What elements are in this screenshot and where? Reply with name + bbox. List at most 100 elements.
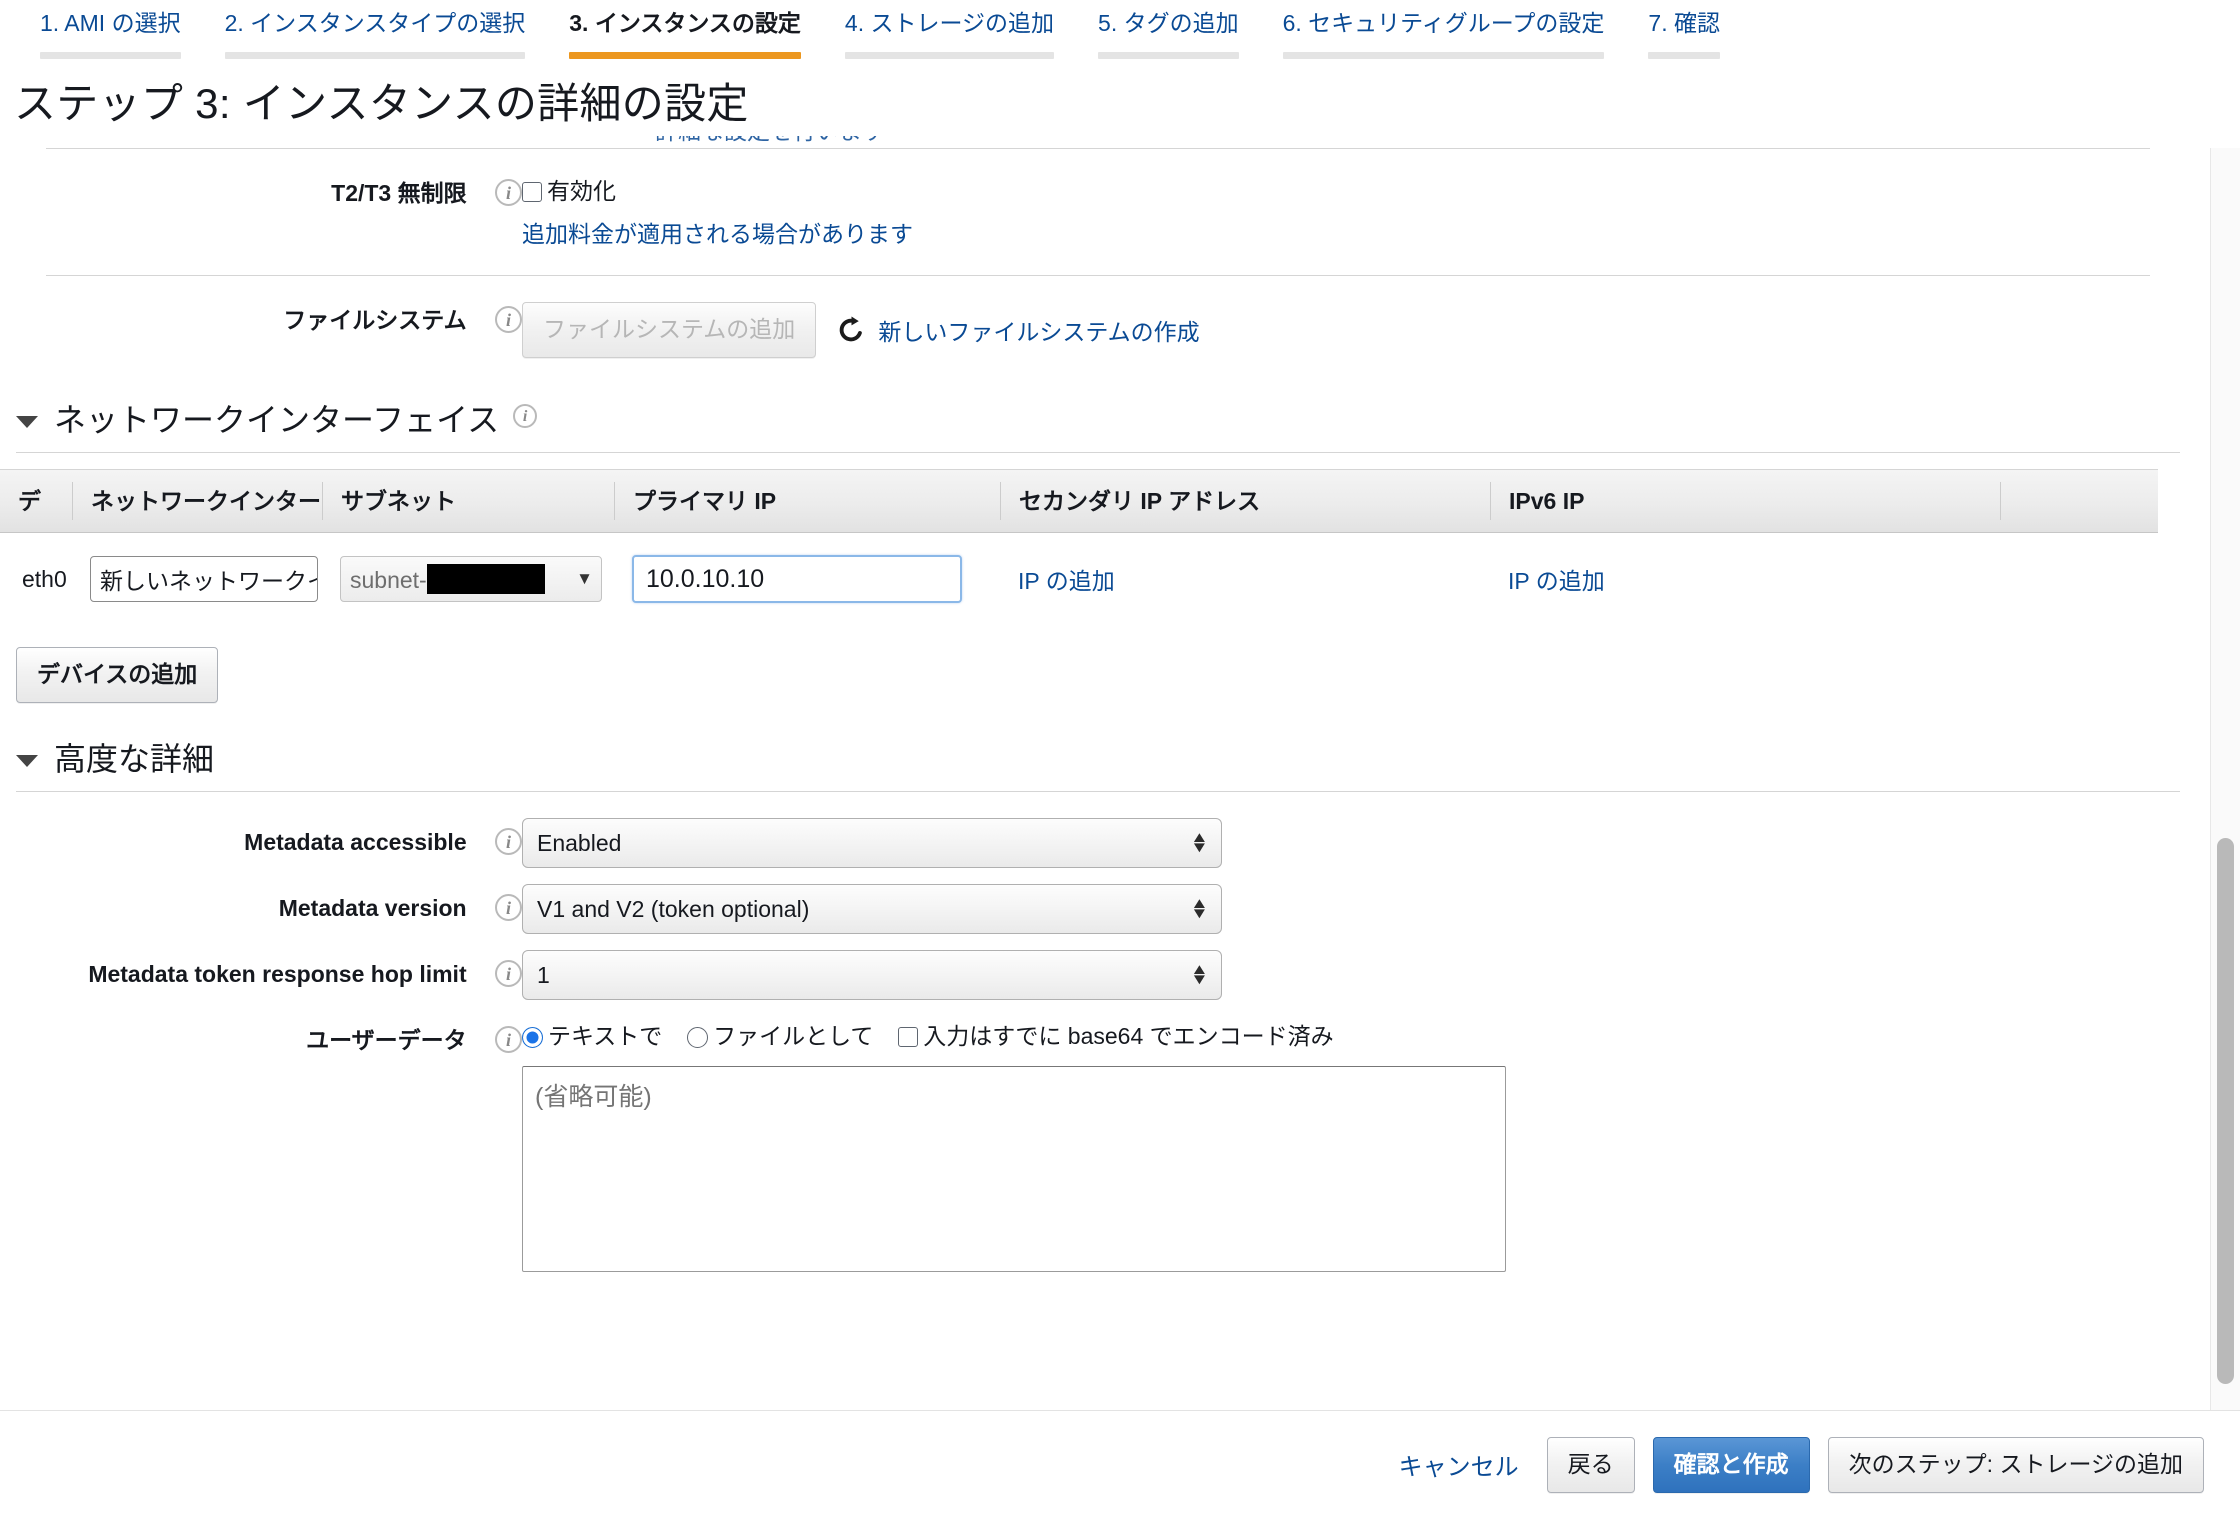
network-interface-select[interactable]: 新しいネットワークイ ▼ [90, 556, 318, 602]
t2t3-label: T2/T3 無制限 [331, 180, 467, 206]
t2t3-checkbox-wrap: 有効化 [522, 175, 2196, 207]
wizard-tab-2[interactable]: 2. インスタンスタイプの選択 [203, 0, 548, 59]
wizard-tab-6-label: 6. セキュリティグループの設定 [1282, 10, 1605, 36]
t2t3-enable-checkbox[interactable] [522, 182, 542, 202]
advanced-details-section-title: 高度な詳細 [54, 741, 215, 777]
info-icon[interactable]: i [495, 894, 522, 922]
wizard-tab-2-label: 2. インスタンスタイプの選択 [224, 10, 526, 36]
user-data-textarea[interactable] [522, 1066, 1506, 1272]
wizard-tab-5[interactable]: 5. タグの追加 [1076, 0, 1261, 59]
info-icon[interactable]: i [495, 828, 522, 856]
chevron-down-icon: ▼ [576, 569, 593, 588]
subnet-prefix: subnet- [350, 567, 427, 593]
wizard-tab-3-label: 3. インスタンスの設定 [569, 10, 801, 36]
column-header-interface: ネットワークインターフ [72, 482, 322, 520]
network-interfaces-table: デ ネットワークインターフ サブネット プライマリ IP セカンダリ IP アド… [0, 469, 2158, 621]
advanced-details-section-header[interactable]: 高度な詳細 [0, 723, 2196, 791]
spinner-arrows-icon: ▲ ▼ [1190, 895, 1209, 922]
info-icon[interactable]: i [495, 960, 522, 988]
network-interface-select-value: 新しいネットワークイ [100, 568, 318, 594]
info-icon[interactable]: i [495, 306, 522, 334]
ec2-launch-wizard-page: 1. AMI の選択 2. インスタンスタイプの選択 3. インスタンスの設定 … [0, 0, 2240, 1518]
vertical-scrollbar[interactable] [2210, 148, 2240, 1410]
add-ipv6-ip-link[interactable]: IP の追加 [1508, 568, 1605, 594]
metadata-hop-limit-field: 1 ▲ ▼ [522, 950, 2196, 1000]
create-new-file-system-link[interactable]: 新しいファイルシステムの作成 [878, 313, 1199, 347]
row-metadata-version: Metadata version i V1 and V2 (token opti… [0, 876, 2196, 942]
user-data-base64-label: 入力はすでに base64 でエンコード済み [923, 1023, 1334, 1049]
next-step-button[interactable]: 次のステップ: ストレージの追加 [1827, 1436, 2204, 1493]
primary-ip-input[interactable] [632, 555, 962, 603]
spinner-arrows-icon: ▲ ▼ [1190, 961, 1209, 988]
wizard-tab-1[interactable]: 1. AMI の選択 [18, 0, 203, 59]
table-row: eth0 新しいネットワークイ ▼ subnet- ▼ [0, 533, 2158, 621]
t2t3-field-cell: 有効化 追加料金が適用される場合があります [522, 175, 2196, 249]
user-data-textarea-wrap [522, 1052, 2196, 1277]
cancel-link[interactable]: キャンセル [1399, 1447, 1519, 1482]
wizard-tab-2-bar [224, 52, 526, 59]
metadata-hop-limit-value: 1 [537, 961, 550, 988]
metadata-accessible-select[interactable]: Enabled ▲ ▼ [522, 818, 1222, 868]
review-and-launch-button[interactable]: 確認と作成 [1652, 1436, 1810, 1493]
column-header-secondary-ip: セカンダリ IP アドレス [1000, 482, 1490, 520]
network-interfaces-section-header[interactable]: ネットワークインターフェイス i [0, 384, 2196, 452]
metadata-accessible-label-cell: Metadata accessible i [0, 818, 522, 858]
user-data-as-file-radio[interactable] [687, 1027, 709, 1048]
row-t2t3-unlimited: T2/T3 無制限 i 有効化 追加料金が適用される場合があります [0, 149, 2196, 275]
metadata-hop-limit-label-cell: Metadata token response hop limit i [0, 950, 522, 990]
wizard-tab-7[interactable]: 7. 確認 [1626, 0, 1742, 59]
info-icon[interactable]: i [495, 1026, 522, 1054]
wizard-tab-7-bar [1648, 52, 1720, 59]
subnet-redacted-block [426, 564, 545, 594]
vertical-scrollbar-thumb[interactable] [2217, 838, 2234, 1384]
metadata-version-label: Metadata version [278, 895, 467, 921]
user-data-as-text-radio[interactable] [522, 1027, 543, 1048]
row-file-system: ファイルシステム i ファイルシステムの追加 新しいファイルシステムの作成 [0, 276, 2196, 384]
t2t3-checkbox-label: 有効化 [547, 178, 616, 204]
page-title: ステップ 3: インスタンスの詳細の設定 [14, 80, 749, 127]
metadata-hop-limit-select[interactable]: 1 ▲ ▼ [522, 950, 1222, 1000]
user-data-base64-checkbox[interactable] [898, 1027, 919, 1047]
back-button[interactable]: 戻る [1546, 1436, 1635, 1493]
wizard-tab-5-label: 5. タグの追加 [1098, 10, 1239, 36]
wizard-step-tabs: 1. AMI の選択 2. インスタンスタイプの選択 3. インスタンスの設定 … [0, 0, 2240, 64]
add-file-system-button: ファイルシステムの追加 [522, 302, 817, 358]
subnet-select[interactable]: subnet- ▼ [340, 556, 602, 602]
wizard-tab-6[interactable]: 6. セキュリティグループの設定 [1261, 0, 1627, 59]
network-interfaces-section-title: ネットワークインターフェイス [54, 402, 500, 438]
wizard-tab-3[interactable]: 3. インスタンスの設定 [547, 0, 823, 59]
cell-primary-ip [614, 555, 1000, 603]
info-icon[interactable]: i [495, 179, 522, 207]
row-metadata-accessible: Metadata accessible i Enabled ▲ ▼ [0, 810, 2196, 876]
advanced-details-rows: Metadata accessible i Enabled ▲ ▼ Metadat… [0, 792, 2196, 1285]
metadata-version-label-cell: Metadata version i [0, 884, 522, 924]
wizard-tab-1-label: 1. AMI の選択 [40, 10, 181, 36]
metadata-accessible-field: Enabled ▲ ▼ [522, 818, 2196, 868]
wizard-tab-3-bar [569, 52, 801, 59]
network-interfaces-table-header: デ ネットワークインターフ サブネット プライマリ IP セカンダリ IP アド… [0, 469, 2158, 533]
cell-secondary-ip: IP の追加 [1000, 562, 1490, 596]
user-data-field: テキストで ファイルとして 入力はすでに base64 でエンコード済み [522, 1016, 2196, 1277]
subnet-select-value: subnet- [350, 564, 545, 594]
add-secondary-ip-link[interactable]: IP の追加 [1018, 568, 1115, 594]
metadata-version-select[interactable]: V1 and V2 (token optional) ▲ ▼ [522, 884, 1222, 934]
form-scroll-area[interactable]: T2/T3 無制限 i 有効化 追加料金が適用される場合があります ファイルシス… [0, 148, 2240, 1410]
chevron-down-icon [16, 755, 38, 767]
clipped-scrolled-link: 詳細な設定を行います [655, 136, 1055, 146]
add-device-wrap: デバイスの追加 [0, 621, 2196, 723]
wizard-tab-4-bar [844, 52, 1055, 59]
chevron-down-icon [16, 416, 38, 428]
wizard-tab-7-label: 7. 確認 [1648, 10, 1720, 36]
column-header-device: デ [18, 488, 41, 514]
metadata-hop-limit-label: Metadata token response hop limit [88, 961, 467, 987]
row-user-data: ユーザーデータ i テキストで ファイルとして 入力はすでに base64 でエ… [0, 1008, 2196, 1285]
info-icon[interactable]: i [513, 404, 538, 428]
metadata-accessible-value: Enabled [537, 829, 622, 856]
refresh-icon[interactable] [836, 315, 866, 345]
wizard-tab-4[interactable]: 4. ストレージの追加 [823, 0, 1076, 59]
add-device-button[interactable]: デバイスの追加 [16, 647, 219, 703]
t2t3-label-cell: T2/T3 無制限 i [0, 175, 522, 208]
t2t3-pricing-note-link[interactable]: 追加料金が適用される場合があります [522, 221, 913, 247]
wizard-tab-6-bar [1282, 52, 1605, 59]
wizard-tab-1-bar [40, 52, 181, 59]
